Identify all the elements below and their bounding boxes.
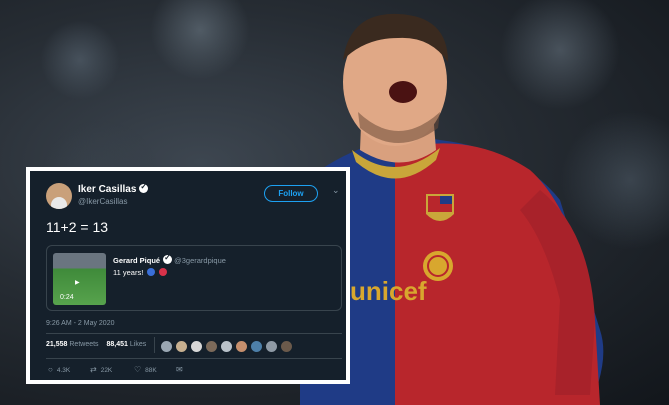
author-name[interactable]: Iker Casillas bbox=[78, 182, 149, 195]
blue-heart-icon bbox=[147, 268, 156, 276]
tweet-header: Iker Casillas @IkerCasillas Follow ⌄ bbox=[46, 182, 342, 213]
quoted-tweet[interactable]: ▶ 0:24 Gerard Piqué @3gerardpique 11 year… bbox=[46, 245, 342, 311]
retweet-button[interactable]: ⇄ 22K bbox=[90, 365, 112, 374]
quoted-author-handle[interactable]: @3gerardpique bbox=[174, 256, 226, 265]
liker-avatar[interactable] bbox=[175, 340, 188, 353]
verified-badge-icon bbox=[139, 182, 149, 193]
play-icon[interactable]: ▶ bbox=[75, 279, 80, 286]
liker-avatar[interactable] bbox=[205, 340, 218, 353]
likes-label: Likes bbox=[129, 341, 147, 348]
tweet-actions: ○ 4.3K ⇄ 22K ♡ 88K ✉ bbox=[46, 365, 226, 377]
retweet-icon: ⇄ bbox=[90, 365, 97, 374]
retweet-count: 22K bbox=[100, 367, 113, 374]
video-duration: 0:24 bbox=[60, 294, 74, 301]
author-name-text[interactable]: Iker Casillas bbox=[78, 184, 136, 195]
divider bbox=[46, 333, 342, 334]
liker-avatar[interactable] bbox=[220, 340, 233, 353]
verified-badge-icon bbox=[163, 253, 173, 264]
video-thumbnail[interactable]: ▶ 0:24 bbox=[53, 253, 106, 305]
red-heart-icon bbox=[159, 268, 168, 276]
liker-avatar[interactable] bbox=[235, 340, 248, 353]
liker-avatar[interactable] bbox=[190, 340, 203, 353]
author-handle[interactable]: @IkerCasillas bbox=[78, 197, 127, 206]
reply-icon: ○ bbox=[48, 365, 53, 374]
liker-avatar[interactable] bbox=[250, 340, 263, 353]
heart-icon: ♡ bbox=[134, 365, 142, 374]
liker-avatar[interactable] bbox=[265, 340, 278, 353]
divider bbox=[154, 337, 155, 353]
like-stat[interactable]: 88,451 Likes bbox=[107, 341, 147, 348]
reply-button[interactable]: ○ 4.3K bbox=[48, 365, 70, 374]
quoted-text-content: 11 years! bbox=[113, 268, 144, 277]
tweet-stats: 21,558 Retweets 88,451 Likes bbox=[46, 341, 146, 348]
divider bbox=[46, 358, 342, 359]
liker-avatar[interactable] bbox=[160, 340, 173, 353]
mail-icon: ✉ bbox=[176, 365, 183, 374]
quoted-author-name[interactable]: Gerard Piqué bbox=[113, 256, 160, 265]
like-count: 88K bbox=[145, 367, 157, 374]
share-button[interactable]: ✉ bbox=[176, 365, 187, 374]
tweet-timestamp[interactable]: 9:26 AM - 2 May 2020 bbox=[46, 320, 114, 327]
tweet-card: Iker Casillas @IkerCasillas Follow ⌄ 11+… bbox=[26, 167, 350, 384]
reply-count: 4.3K bbox=[56, 367, 71, 374]
quoted-author[interactable]: Gerard Piqué @3gerardpique bbox=[113, 253, 226, 265]
chevron-down-icon[interactable]: ⌄ bbox=[332, 185, 340, 196]
liker-avatar[interactable] bbox=[280, 340, 293, 353]
like-button[interactable]: ♡ 88K bbox=[134, 365, 157, 374]
avatar[interactable] bbox=[46, 183, 72, 209]
jersey-sponsor-text: unicef bbox=[350, 276, 427, 306]
quoted-text: 11 years! bbox=[113, 268, 168, 277]
likes-count: 88,451 bbox=[106, 341, 128, 348]
tweet-text: 11+2 = 13 bbox=[46, 219, 109, 235]
retweet-stat[interactable]: 21,558 Retweets bbox=[46, 341, 99, 348]
follow-button[interactable]: Follow bbox=[264, 185, 318, 202]
retweets-label: Retweets bbox=[69, 341, 99, 348]
retweets-count: 21,558 bbox=[46, 341, 68, 348]
